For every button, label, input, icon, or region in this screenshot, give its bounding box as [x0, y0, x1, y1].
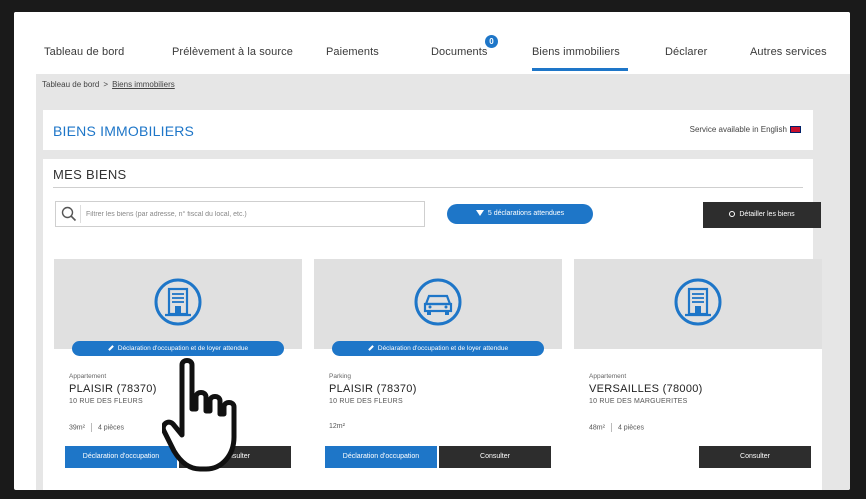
- property-meta: 12m²: [329, 423, 345, 430]
- hand-cursor-icon: [162, 358, 237, 472]
- breadcrumb-current[interactable]: Biens immobiliers: [112, 80, 175, 89]
- documents-badge: 0: [485, 35, 498, 48]
- breadcrumb-separator: >: [103, 80, 109, 89]
- property-type: Appartement: [69, 373, 107, 380]
- meta-divider: [610, 423, 612, 432]
- active-tab-indicator: [532, 68, 628, 71]
- english-label: Service available in English: [689, 125, 787, 134]
- nav-biens-immobiliers[interactable]: Biens immobiliers: [532, 46, 620, 58]
- breadcrumb: Tableau de bord > Biens immobiliers: [42, 80, 175, 89]
- property-image: [54, 259, 302, 349]
- meta-divider: [90, 423, 92, 432]
- section-divider: [53, 187, 803, 188]
- page-title: BIENS IMMOBILIERS: [53, 123, 195, 139]
- property-meta: 39m² 4 pièces: [69, 423, 124, 432]
- property-meta: 48m² 4 pièces: [589, 423, 644, 432]
- declaration-expected-label: Déclaration d'occupation et de loyer att…: [377, 345, 509, 352]
- declare-occupation-button[interactable]: Déclaration d'occupation: [325, 446, 437, 468]
- property-card[interactable]: Appartement VERSAILLES (78000) 10 RUE DE…: [574, 259, 822, 490]
- consult-button[interactable]: Consulter: [439, 446, 551, 468]
- english-service-link[interactable]: Service available in English: [690, 125, 801, 134]
- detail-properties-label: Détailler les biens: [739, 211, 795, 218]
- property-type: Appartement: [589, 373, 627, 380]
- pencil-icon: [108, 345, 114, 352]
- consult-button[interactable]: Consulter: [699, 446, 811, 468]
- pending-declarations-filter[interactable]: 5 déclarations attendues: [447, 204, 593, 224]
- mes-biens-panel: MES BIENS 5 déclarations attendues Détai…: [43, 159, 822, 490]
- car-icon: [414, 278, 462, 326]
- building-icon: [674, 278, 722, 326]
- property-card[interactable]: Déclaration d'occupation et de loyer att…: [314, 259, 562, 490]
- declaration-expected-label: Déclaration d'occupation et de loyer att…: [117, 345, 249, 352]
- nav-tableau-de-bord[interactable]: Tableau de bord: [44, 46, 124, 58]
- declaration-expected-tag[interactable]: Déclaration d'occupation et de loyer att…: [72, 341, 284, 356]
- detail-properties-button[interactable]: Détailler les biens: [703, 202, 821, 228]
- nav-documents[interactable]: Documents: [431, 46, 488, 58]
- property-image: [574, 259, 822, 349]
- section-title: MES BIENS: [53, 167, 127, 182]
- nav-autres-services[interactable]: Autres services: [750, 46, 827, 58]
- nav-paiements[interactable]: Paiements: [326, 46, 379, 58]
- property-image: [314, 259, 562, 349]
- uk-flag-icon: [790, 126, 801, 134]
- declaration-expected-tag[interactable]: Déclaration d'occupation et de loyer att…: [332, 341, 544, 356]
- property-area: 12m²: [329, 423, 345, 430]
- property-city: PLAISIR (78370): [329, 383, 417, 395]
- property-area: 48m²: [589, 424, 605, 432]
- top-nav: Tableau de bord Prélèvement à la source …: [14, 12, 850, 74]
- nav-prelevement[interactable]: Prélèvement à la source: [172, 46, 293, 58]
- filter-icon: [475, 210, 484, 217]
- property-type: Parking: [329, 373, 352, 380]
- search-input[interactable]: [86, 202, 422, 226]
- property-street: 10 RUE DES FLEURS: [329, 398, 403, 405]
- declare-occupation-button[interactable]: Déclaration d'occupation: [65, 446, 177, 468]
- property-area: 39m²: [69, 424, 85, 432]
- property-city: VERSAILLES (78000): [589, 383, 703, 395]
- property-street: 10 RUE DES MARGUERITES: [589, 398, 688, 405]
- search-divider: [80, 205, 81, 223]
- circle-icon: [729, 211, 736, 218]
- nav-declarer[interactable]: Déclarer: [665, 46, 707, 58]
- page-header: BIENS IMMOBILIERS Service available in E…: [43, 110, 813, 150]
- pencil-icon: [368, 345, 374, 352]
- property-city: PLAISIR (78370): [69, 383, 157, 395]
- property-rooms: 4 pièces: [617, 424, 645, 432]
- property-street: 10 RUE DES FLEURS: [69, 398, 143, 405]
- search-box: [55, 201, 425, 227]
- app-screen: Tableau de bord Prélèvement à la source …: [14, 12, 850, 490]
- breadcrumb-home[interactable]: Tableau de bord: [42, 80, 99, 89]
- search-icon[interactable]: [60, 205, 78, 223]
- building-icon: [154, 278, 202, 326]
- property-rooms: 4 pièces: [97, 424, 125, 432]
- pending-declarations-label: 5 déclarations attendues: [487, 210, 565, 217]
